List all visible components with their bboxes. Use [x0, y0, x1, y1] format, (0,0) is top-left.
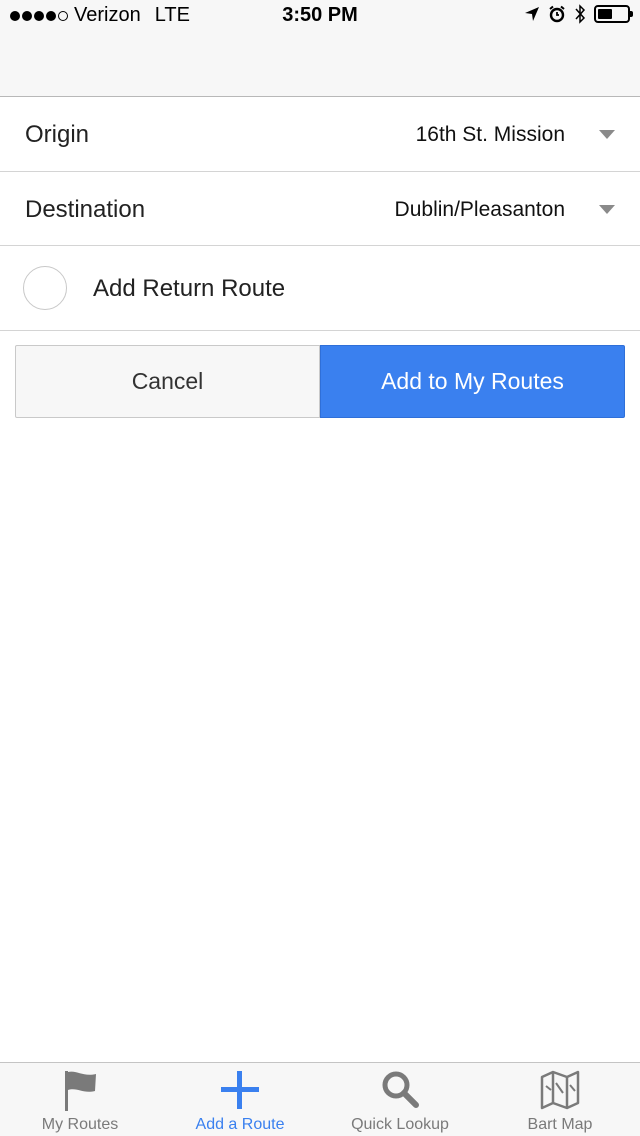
- tab-my-routes[interactable]: My Routes: [0, 1063, 160, 1136]
- battery-icon: [594, 5, 633, 23]
- return-route-radio[interactable]: [23, 266, 67, 310]
- dropdown-caret-icon[interactable]: [599, 130, 615, 139]
- status-right: [524, 4, 633, 24]
- navigation-bar: Verizon LTE 3:50 PM: [0, 0, 640, 97]
- bluetooth-icon: [575, 4, 586, 24]
- add-to-my-routes-button[interactable]: Add to My Routes: [320, 345, 625, 418]
- alarm-clock-icon: [549, 5, 565, 23]
- tab-quick-lookup[interactable]: Quick Lookup: [320, 1063, 480, 1136]
- origin-row[interactable]: Origin 16th St. Mission: [0, 97, 640, 172]
- map-icon: [540, 1070, 580, 1110]
- tab-add-a-route[interactable]: Add a Route: [160, 1063, 320, 1136]
- tab-label: My Routes: [41, 1116, 119, 1133]
- status-bar: Verizon LTE 3:50 PM: [0, 0, 640, 32]
- tab-label: Add a Route: [195, 1116, 285, 1133]
- return-route-label: Add Return Route: [93, 275, 286, 302]
- destination-label: Destination: [25, 196, 146, 223]
- origin-label: Origin: [25, 121, 90, 148]
- plus-icon: [221, 1071, 259, 1109]
- tab-label: Quick Lookup: [351, 1116, 449, 1133]
- flag-icon: [65, 1071, 96, 1111]
- dropdown-caret-icon[interactable]: [599, 205, 615, 214]
- cancel-button[interactable]: Cancel: [15, 345, 320, 418]
- destination-select-value[interactable]: Dublin/Pleasanton: [395, 198, 565, 222]
- tab-label: Bart Map: [527, 1116, 593, 1133]
- location-arrow-icon: [525, 7, 539, 21]
- tab-bar: My Routes Add a Route Quick Lookup Bart …: [0, 1062, 640, 1136]
- tab-bart-map[interactable]: Bart Map: [480, 1063, 640, 1136]
- destination-row[interactable]: Destination Dublin/Pleasanton: [0, 172, 640, 246]
- return-route-row[interactable]: Add Return Route: [0, 246, 640, 331]
- origin-select-value[interactable]: 16th St. Mission: [416, 123, 565, 147]
- magnifier-icon: [382, 1071, 419, 1108]
